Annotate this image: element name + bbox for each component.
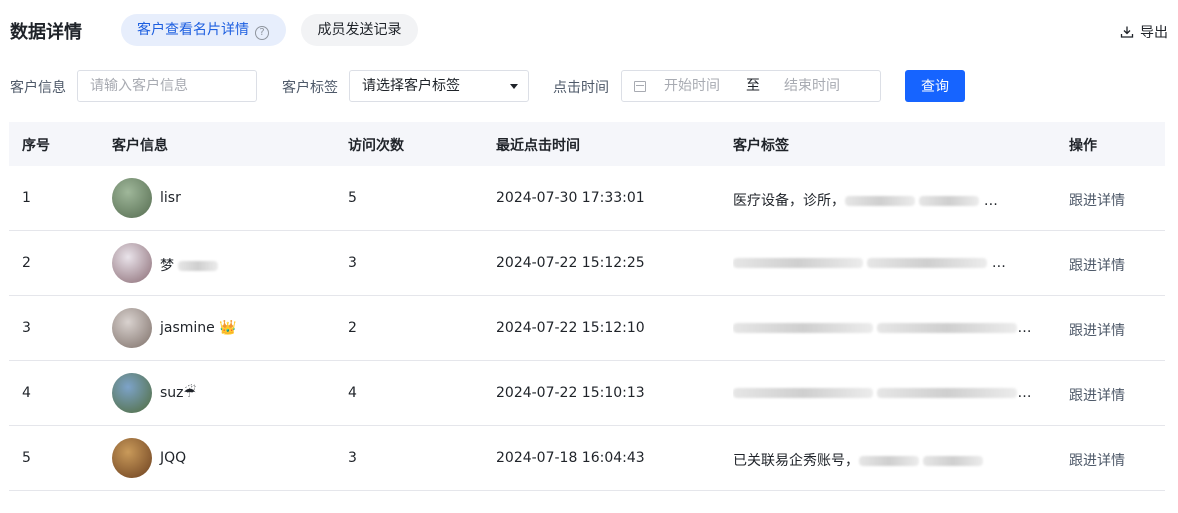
avatar — [112, 438, 152, 478]
customer-tags: 已关联易企秀账号， — [733, 450, 1033, 470]
customer-tags: … — [733, 385, 1033, 401]
redacted-text — [859, 456, 919, 466]
download-icon — [1120, 26, 1134, 38]
page-title: 数据详情 — [10, 22, 82, 43]
row-index: 2 — [22, 255, 31, 271]
column-header: 操作 — [1069, 138, 1097, 154]
table-row: 3 jasmine 👑 2 2024-07-22 15:12:10 … 跟进详情 — [9, 296, 1165, 361]
last-click-time: 2024-07-30 17:33:01 — [496, 190, 645, 206]
calendar-icon — [634, 80, 646, 92]
redacted-text — [733, 323, 873, 333]
customer-tags-text: 已关联易企秀账号， — [733, 453, 859, 469]
customer-name: JQQ — [160, 450, 187, 466]
customer-tag-label: 客户标签 — [282, 80, 338, 96]
row-index: 4 — [22, 385, 31, 401]
customer-tags-text: 医疗设备，诊所， — [733, 193, 845, 209]
follow-up-details-link[interactable]: 跟进详情 — [1069, 190, 1125, 210]
redacted-text — [733, 388, 873, 398]
follow-up-details-link[interactable]: 跟进详情 — [1069, 255, 1125, 275]
table-row: 2 梦 3 2024-07-22 15:12:25 … 跟进详情 — [9, 231, 1165, 296]
redacted-text — [923, 456, 984, 466]
export-button[interactable]: 导出 — [1120, 22, 1168, 42]
last-click-time: 2024-07-22 15:12:25 — [496, 255, 645, 271]
redacted-text — [877, 388, 1018, 398]
customer-info-label: 客户信息 — [10, 80, 66, 96]
tab-label: 客户查看名片详情 — [137, 22, 249, 38]
customer-tag-select-value: 请选择客户标签 — [362, 78, 460, 94]
customer-name: lisr — [160, 190, 181, 206]
follow-up-details-link[interactable]: 跟进详情 — [1069, 385, 1125, 405]
redacted-text — [877, 323, 1018, 333]
last-click-time: 2024-07-18 16:04:43 — [496, 450, 645, 466]
customer-info-input[interactable]: 请输入客户信息 — [77, 70, 257, 102]
follow-up-details-link[interactable]: 跟进详情 — [1069, 320, 1125, 340]
column-header: 序号 — [22, 138, 50, 154]
page-header: 数据详情 客户查看名片详情? 成员发送记录 导出 — [10, 12, 1168, 48]
last-click-time: 2024-07-22 15:12:10 — [496, 320, 645, 336]
customer-name-text: 梦 — [160, 258, 174, 274]
customer-tag-select[interactable]: 请选择客户标签 — [349, 70, 529, 102]
help-icon[interactable]: ? — [255, 26, 269, 40]
avatar — [112, 243, 152, 283]
visit-count: 3 — [348, 450, 357, 466]
table-row: 4 suz☔ 4 2024-07-22 15:10:13 … 跟进详情 — [9, 361, 1165, 426]
customer-info-placeholder: 请输入客户信息 — [90, 78, 188, 94]
visit-count: 3 — [348, 255, 357, 271]
chevron-down-icon — [510, 84, 518, 89]
row-index: 1 — [22, 190, 31, 206]
export-label: 导出 — [1140, 25, 1168, 41]
redacted-text — [867, 258, 988, 268]
avatar — [112, 178, 152, 218]
filter-bar: 客户信息 请输入客户信息 客户标签 请选择客户标签 点击时间 开始时间 至 结束… — [10, 70, 1168, 102]
click-time-label: 点击时间 — [553, 80, 609, 96]
click-time-range-picker[interactable]: 开始时间 至 结束时间 — [621, 70, 881, 102]
tab-label: 成员发送记录 — [317, 22, 402, 38]
customer-name: suz☔ — [160, 385, 197, 401]
visit-count: 4 — [348, 385, 357, 401]
start-time-input[interactable]: 开始时间 — [664, 71, 746, 101]
customer-tags: … — [733, 255, 1033, 271]
row-index: 3 — [22, 320, 31, 336]
last-click-time: 2024-07-22 15:10:13 — [496, 385, 645, 401]
tab-customer-card-views[interactable]: 客户查看名片详情? — [121, 14, 286, 46]
column-header: 客户信息 — [112, 138, 168, 154]
redacted-text — [919, 196, 980, 206]
row-index: 5 — [22, 450, 31, 466]
tab-member-send-records[interactable]: 成员发送记录 — [301, 14, 418, 46]
table-row: 1 lisr 5 2024-07-30 17:33:01 医疗设备，诊所， … … — [9, 166, 1165, 231]
follow-up-details-link[interactable]: 跟进详情 — [1069, 450, 1125, 470]
redacted-text — [178, 261, 219, 271]
redacted-text — [845, 196, 915, 206]
query-button[interactable]: 查询 — [905, 70, 965, 102]
table-row: 5 JQQ 3 2024-07-18 16:04:43 已关联易企秀账号， 跟进… — [9, 426, 1165, 491]
customer-tags: … — [733, 320, 1033, 336]
end-time-input[interactable]: 结束时间 — [784, 71, 840, 101]
column-header: 访问次数 — [348, 138, 404, 154]
range-separator: 至 — [746, 78, 760, 94]
visit-count: 5 — [348, 190, 357, 206]
column-header: 最近点击时间 — [496, 138, 580, 154]
avatar — [112, 373, 152, 413]
avatar — [112, 308, 152, 348]
column-header: 客户标签 — [733, 138, 789, 154]
visit-count: 2 — [348, 320, 357, 336]
table-header: 序号 客户信息 访问次数 最近点击时间 客户标签 操作 — [9, 122, 1165, 166]
customer-name: jasmine 👑 — [160, 320, 237, 336]
redacted-text — [733, 258, 863, 268]
customer-tags: 医疗设备，诊所， … — [733, 193, 998, 209]
customer-name: 梦 — [160, 255, 219, 275]
data-table: 序号 客户信息 访问次数 最近点击时间 客户标签 操作 1 lisr 5 202… — [9, 122, 1165, 491]
